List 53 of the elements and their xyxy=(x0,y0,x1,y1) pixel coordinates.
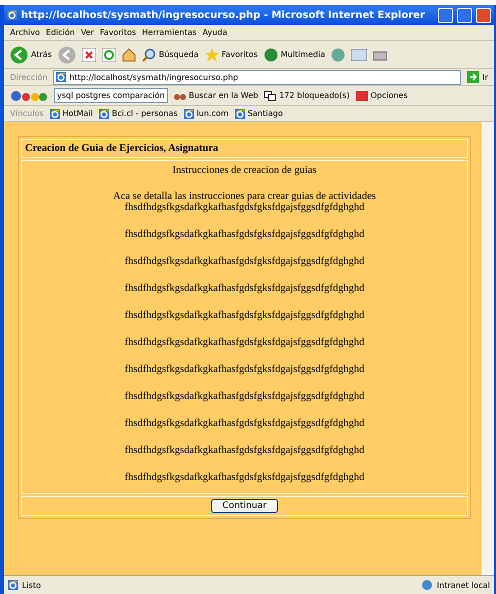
link-item[interactable]: Santiago xyxy=(234,108,283,118)
body-text: fhsdfhdgsfkgsdafkgkafhasfgdsfgksfdgajsfggsdfgfdghghd xyxy=(124,310,364,321)
menu-item[interactable]: Favoritos xyxy=(100,28,136,37)
menu-item[interactable]: Edición xyxy=(46,28,75,37)
status-text: Listo xyxy=(22,580,42,590)
address-label: Dirección xyxy=(10,72,48,82)
body-text: fhsdfhdgsfkgsdafkgkafhasfgdsfgksfdgajsfggsdfgfdghghd xyxy=(124,229,364,240)
body-text: fhsdfhdgsfkgsdafkgkafhasfgdsfgksfdgajsfggsdfgfdghghd xyxy=(124,472,364,483)
search-icon xyxy=(142,48,156,62)
scrollbar[interactable] xyxy=(481,122,494,575)
body-text: fhsdfhdgsfkgsdafkgkafhasfgdsfgksfdgajsfggsdfgfdghghd xyxy=(124,418,364,429)
minimize-button[interactable] xyxy=(438,8,453,22)
close-button[interactable] xyxy=(476,8,491,22)
link-item[interactable]: HotMail xyxy=(50,108,93,118)
back-button[interactable]: Atrás xyxy=(10,46,52,64)
body-text: fhsdfhdgsfkgsdafkgkafhasfgdsfgksfdgajsfggsdfgfdghghd xyxy=(124,283,364,294)
refresh-icon[interactable] xyxy=(102,48,116,62)
instructions-title: Instrucciones de creacion de guias xyxy=(172,165,317,176)
favorites-button[interactable]: Favoritos xyxy=(204,48,258,62)
media-button[interactable]: Multimedia xyxy=(264,48,326,62)
star-icon xyxy=(204,48,219,62)
links-label: Vínculos xyxy=(10,109,44,118)
maximize-button[interactable] xyxy=(457,8,472,22)
link-item[interactable]: Bci.cl - personas xyxy=(98,108,178,118)
continue-button[interactable]: Continuar xyxy=(211,499,278,513)
popup-blocker-button[interactable]: 172 bloqueado(s) xyxy=(264,90,350,100)
home-icon[interactable] xyxy=(122,48,136,62)
zone-text: Intranet local xyxy=(436,580,490,590)
link-item[interactable]: lun.com xyxy=(184,108,229,118)
menu-item[interactable]: Archivo xyxy=(10,28,40,37)
go-button[interactable]: Ir xyxy=(467,71,488,83)
menu-item[interactable]: Ver xyxy=(80,28,94,37)
body-text: fhsdfhdgsfkgsdafkgkafhasfgdsfgksfdgajsfggsdfgfdghghd xyxy=(124,256,364,267)
body-text: fhsdfhdgsfkgsdafkgkafhasfgdsfgksfdgajsfggsdfgfdghghd xyxy=(124,445,364,456)
search-field[interactable]: ysql postgres comparación xyxy=(54,88,168,103)
menu-item[interactable]: Herramientas xyxy=(142,28,197,37)
web-search-button[interactable]: Buscar en la Web xyxy=(174,90,258,100)
windows-icon xyxy=(264,90,276,100)
mail-icon[interactable] xyxy=(351,48,368,60)
stop-icon[interactable] xyxy=(82,48,96,62)
panel-heading: Creacion de Guia de Ejercicios, Asignatura xyxy=(21,139,468,158)
search-button[interactable]: Búsqueda xyxy=(142,48,199,62)
menu-item[interactable]: Ayuda xyxy=(202,28,228,37)
body-text: fhsdfhdgsfkgsdafkgkafhasfgdsfgksfdgajsfggsdfgfdghghd xyxy=(124,337,364,348)
body-text: fhsdfhdgsfkgsdafkgkafhasfgdsfgksfdgajsfggsdfgfdghghd xyxy=(124,202,364,213)
body-text: fhsdfhdgsfkgsdafkgkafhasfgdsfgksfdgajsfggsdfgfdghghd xyxy=(124,364,364,375)
options-button[interactable]: Opciones xyxy=(356,90,408,100)
address-field[interactable]: http://localhost/sysmath/ingresocurso.php xyxy=(53,70,462,84)
arrow-icon xyxy=(467,71,480,83)
google-logo[interactable] xyxy=(10,90,48,102)
intro-text: Aca se detalla las instrucciones para crear guias de actividades xyxy=(113,191,376,202)
body-text: fhsdfhdgsfkgsdafkgkafhasfgdsfgksfdgajsfggsdfgfdghghd xyxy=(124,391,364,402)
window-title: http://localhost/sysmath/ingresocurso.php - Microsoft Internet Explorer xyxy=(21,10,426,20)
